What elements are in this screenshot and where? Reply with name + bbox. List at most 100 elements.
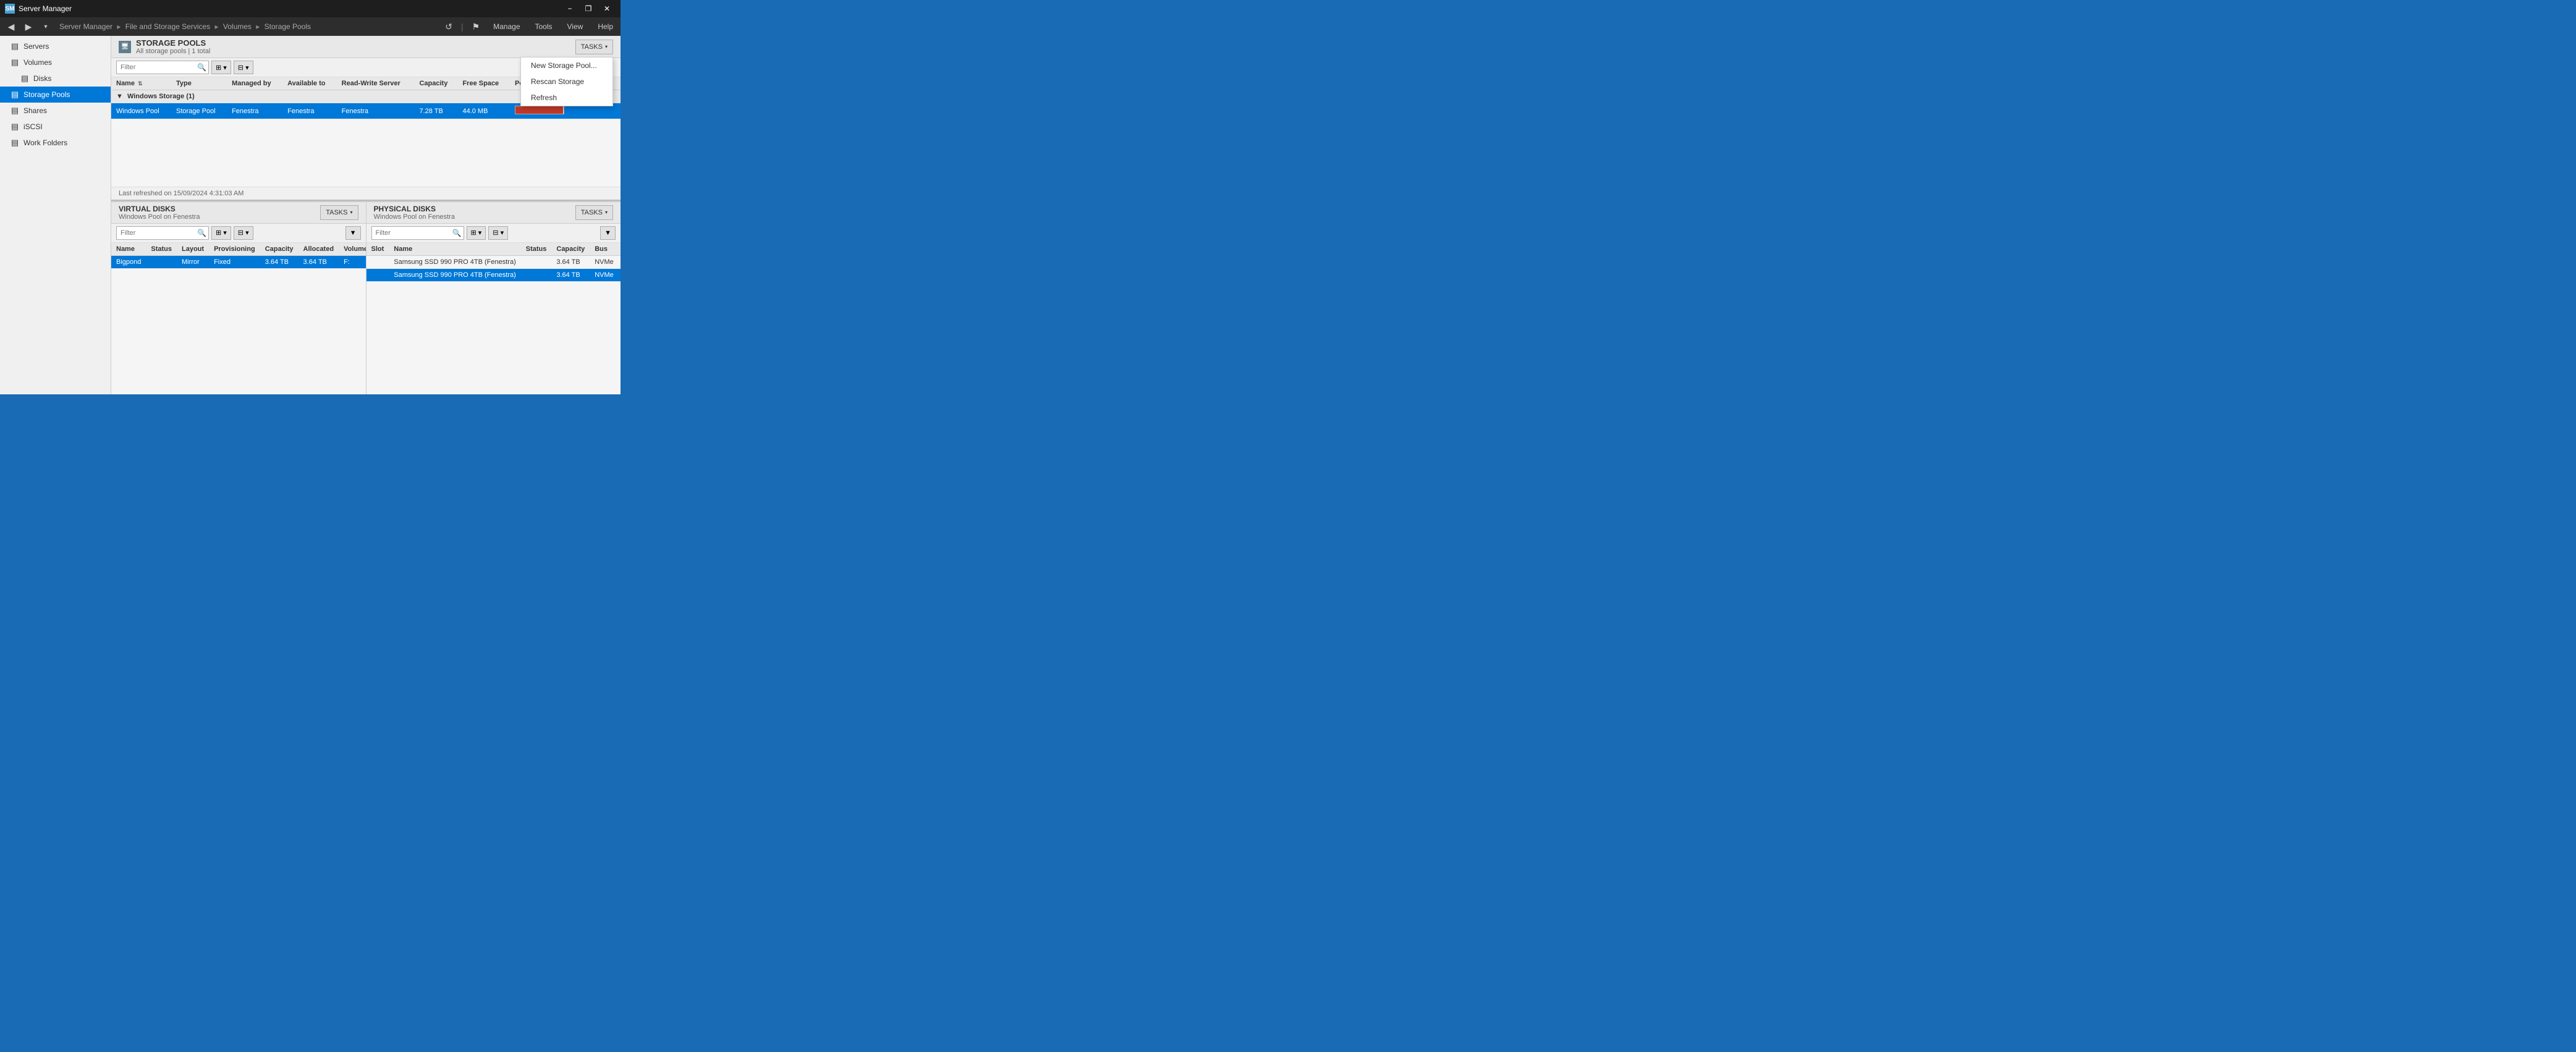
main-layout: ▤ Servers ▤ Volumes ▤ Disks ▤ Storage Po… — [0, 36, 621, 394]
minimize-button[interactable]: − — [561, 2, 578, 15]
pd-grid-view-button[interactable]: ⊞ ▾ — [467, 226, 486, 240]
pd-search-icon[interactable]: 🔍 — [452, 229, 462, 237]
vd-col-allocated[interactable]: Allocated — [299, 243, 339, 256]
pool-capacity: 7.28 TB — [414, 103, 457, 119]
virtual-disks-tasks-button[interactable]: TASKS ▾ — [320, 205, 358, 220]
breadcrumb-volumes[interactable]: Volumes — [223, 22, 252, 31]
virtual-disks-table-container[interactable]: Name Status Layout Provisioning Capacity… — [111, 243, 366, 394]
pd-col-status[interactable]: Status — [521, 243, 552, 256]
storage-pools-filter-input[interactable] — [116, 61, 209, 74]
pd-col-bus[interactable]: Bus — [590, 243, 619, 256]
sidebar-item-storage-pools[interactable]: ▤ Storage Pools — [0, 87, 111, 103]
col-managed-by[interactable]: Managed by — [227, 77, 282, 90]
pd-usage-1: Automatic — [619, 268, 621, 281]
pd-filter-button[interactable]: ⊟ ▾ — [488, 226, 508, 240]
storage-pools-title: STORAGE POOLS — [136, 38, 210, 48]
virtual-disks-filter-bar: 🔍 ⊞ ▾ ⊟ ▾ ▼ — [111, 224, 366, 243]
virtual-disks-table: Name Status Layout Provisioning Capacity… — [111, 243, 366, 269]
sidebar-item-iscsi[interactable]: ▤ iSCSI — [0, 119, 111, 135]
vd-grid-view-button[interactable]: ⊞ ▾ — [211, 226, 231, 240]
storage-pools-header: 🖥 STORAGE POOLS All storage pools | 1 to… — [111, 36, 621, 58]
help-menu[interactable]: Help — [593, 20, 618, 33]
vd-col-provisioning[interactable]: Provisioning — [209, 243, 260, 256]
pool-name: Windows Pool — [111, 103, 171, 119]
vd-col-volume[interactable]: Volume — [339, 243, 365, 256]
group-expand-arrow[interactable]: ▼ — [116, 93, 123, 100]
work-folders-icon: ▤ — [10, 138, 20, 148]
storage-pools-filter-button[interactable]: ⊟ ▾ — [234, 61, 253, 74]
vd-col-status[interactable]: Status — [146, 243, 177, 256]
physical-disk-row-1[interactable]: Samsung SSD 990 PRO 4TB (Fenestra) 3.64 … — [366, 268, 621, 281]
sidebar-item-volumes[interactable]: ▤ Volumes — [0, 54, 111, 70]
tools-menu[interactable]: Tools — [530, 20, 557, 33]
back-button[interactable]: ◀ — [2, 19, 20, 35]
sidebar-label-servers: Servers — [23, 42, 49, 51]
col-name[interactable]: Name ⇅ — [111, 77, 171, 90]
view-menu[interactable]: View — [562, 20, 588, 33]
vd-col-capacity[interactable]: Capacity — [260, 243, 299, 256]
vd-collapse-button[interactable]: ▼ — [345, 226, 361, 240]
vd-allocated: 3.64 TB — [299, 255, 339, 268]
pool-read-write: Fenestra — [337, 103, 415, 119]
physical-disks-table: Slot Name Status Capacity Bus Usage Chas… — [366, 243, 621, 282]
refresh-icon[interactable]: ↺ — [441, 20, 456, 33]
tasks-dropdown-menu: New Storage Pool... Rescan Storage Refre… — [520, 57, 613, 106]
storage-pools-header-icon: 🖥 — [119, 41, 131, 53]
flag-icon[interactable]: ⚑ — [468, 20, 484, 33]
breadcrumb-storage-pools[interactable]: Storage Pools — [265, 22, 311, 31]
filter-search-icon[interactable]: 🔍 — [197, 63, 206, 72]
volumes-icon: ▤ — [10, 57, 20, 67]
pd-col-name[interactable]: Name — [389, 243, 520, 256]
virtual-disks-filter-input[interactable] — [116, 226, 209, 240]
pool-available-to: Fenestra — [282, 103, 337, 119]
storage-pools-tasks-button[interactable]: TASKS ▾ — [575, 40, 613, 54]
dropdown-refresh[interactable]: Refresh — [521, 90, 612, 106]
pd-col-slot[interactable]: Slot — [366, 243, 389, 256]
col-free-space[interactable]: Free Space — [457, 77, 510, 90]
disks-icon: ▤ — [20, 74, 30, 83]
sidebar-item-shares[interactable]: ▤ Shares — [0, 103, 111, 119]
pd-collapse-button[interactable]: ▼ — [600, 226, 616, 240]
col-read-write-server[interactable]: Read-Write Server — [337, 77, 415, 90]
restore-button[interactable]: ❒ — [580, 2, 597, 15]
dropdown-rescan-storage[interactable]: Rescan Storage — [521, 74, 612, 90]
pd-capacity-0: 3.64 TB — [551, 255, 590, 268]
dropdown-new-storage-pool[interactable]: New Storage Pool... — [521, 57, 612, 74]
storage-pools-actions: TASKS ▾ New Storage Pool... Rescan Stora… — [575, 40, 613, 54]
physical-disk-row-0[interactable]: Samsung SSD 990 PRO 4TB (Fenestra) 3.64 … — [366, 255, 621, 268]
pd-col-usage[interactable]: Usage — [619, 243, 621, 256]
vd-layout: Mirror — [177, 255, 209, 268]
sidebar-item-disks[interactable]: ▤ Disks — [0, 70, 111, 87]
physical-disks-table-container[interactable]: Slot Name Status Capacity Bus Usage Chas… — [366, 243, 621, 394]
virtual-disks-title: VIRTUAL DISKS — [119, 205, 200, 213]
pd-slot-0 — [366, 255, 389, 268]
virtual-disk-row[interactable]: Bigpond Mirror Fixed 3.64 TB 3.64 TB F: … — [111, 255, 366, 268]
physical-disks-tasks-button[interactable]: TASKS ▾ — [575, 205, 613, 220]
breadcrumb-file-storage[interactable]: File and Storage Services — [125, 22, 210, 31]
pd-col-capacity[interactable]: Capacity — [551, 243, 590, 256]
breadcrumb-server-manager[interactable]: Server Manager — [59, 22, 112, 31]
col-capacity[interactable]: Capacity — [414, 77, 457, 90]
pd-bus-0: NVMe — [590, 255, 619, 268]
col-available-to[interactable]: Available to — [282, 77, 337, 90]
sidebar-section: ▤ Servers ▤ Volumes ▤ Disks ▤ Storage Po… — [0, 36, 111, 153]
forward-button[interactable]: ▶ — [20, 19, 37, 35]
sidebar-item-work-folders[interactable]: ▤ Work Folders — [0, 135, 111, 151]
storage-pools-grid-view-button[interactable]: ⊞ ▾ — [211, 61, 231, 74]
vd-col-layout[interactable]: Layout — [177, 243, 209, 256]
servers-icon: ▤ — [10, 41, 20, 51]
tasks-dropdown-arrow: ▾ — [605, 44, 608, 49]
physical-disks-filter-input[interactable] — [371, 226, 464, 240]
col-type[interactable]: Type — [171, 77, 227, 90]
sidebar-item-servers[interactable]: ▤ Servers — [0, 38, 111, 54]
close-button[interactable]: ✕ — [598, 2, 616, 15]
manage-menu[interactable]: Manage — [488, 20, 525, 33]
vd-search-icon[interactable]: 🔍 — [197, 229, 206, 237]
nav-dropdown-button[interactable]: ▾ — [37, 19, 54, 35]
vd-col-name[interactable]: Name — [111, 243, 146, 256]
app-icon: SM — [5, 4, 15, 14]
vd-filter-button[interactable]: ⊟ ▾ — [234, 226, 253, 240]
physical-disks-filter-bar: 🔍 ⊞ ▾ ⊟ ▾ ▼ — [366, 224, 621, 243]
pd-header-row: Slot Name Status Capacity Bus Usage Chas… — [366, 243, 621, 256]
iscsi-icon: ▤ — [10, 122, 20, 132]
